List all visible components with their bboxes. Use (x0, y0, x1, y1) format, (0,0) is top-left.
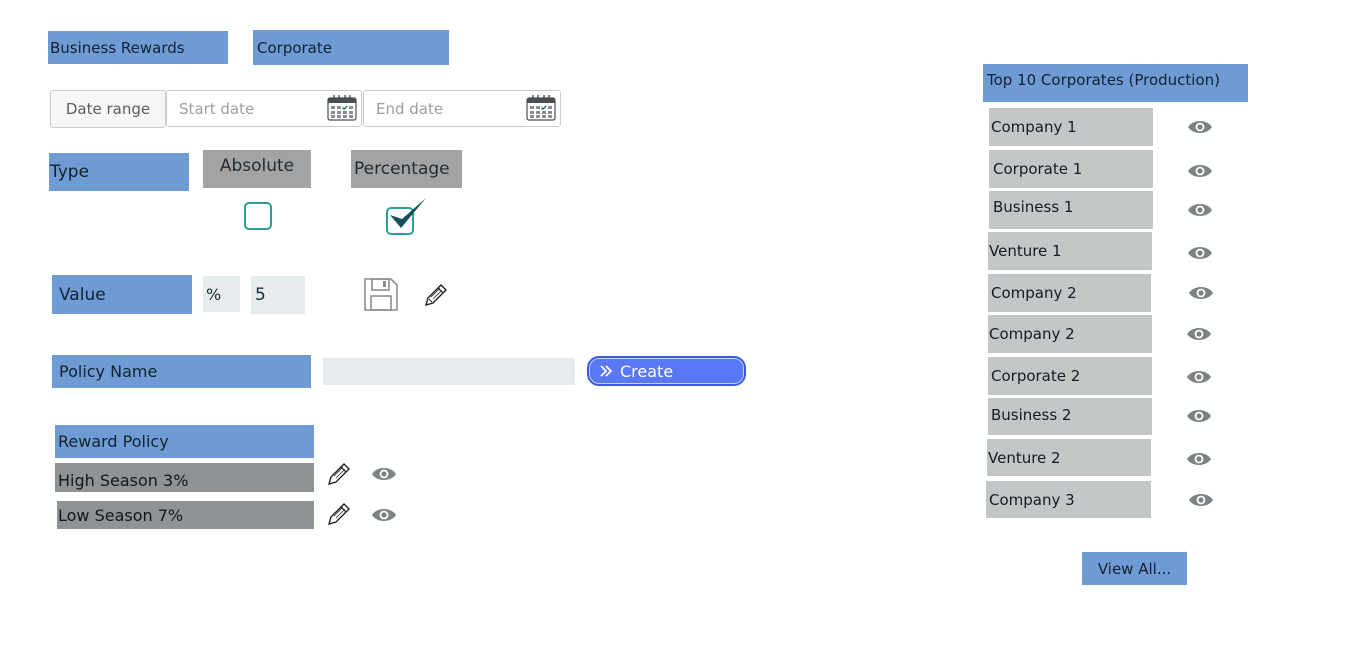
top-corporates-header-text: Top 10 Corporates (Production) (987, 71, 1221, 89)
eye-icon[interactable] (1187, 201, 1213, 219)
absolute-checkbox[interactable] (244, 202, 272, 230)
eye-icon[interactable] (1187, 118, 1213, 136)
list-item[interactable]: Corporate 2 (988, 357, 1152, 395)
eye-icon[interactable] (1186, 450, 1212, 468)
pencil-icon[interactable] (326, 461, 352, 487)
percentage-option-label: Percentage (351, 150, 462, 188)
create-button-label: Create (620, 361, 674, 381)
date-range-label: Date range (50, 90, 166, 128)
double-chevron-right-icon (600, 365, 613, 377)
corporate-name: Company 2 (991, 284, 1077, 302)
corporate-name: Corporate 2 (991, 367, 1081, 385)
corporate-name: Corporate 1 (993, 160, 1083, 178)
reward-policy-item-label: Low Season 7% (58, 505, 184, 525)
list-item[interactable]: Corporate 1 (989, 150, 1153, 188)
create-button[interactable]: Create (587, 356, 746, 386)
eye-icon[interactable] (1186, 407, 1212, 425)
corporate-name: Business 1 (993, 198, 1074, 216)
percentage-label-text: Percentage (354, 159, 450, 179)
corporate-name: Company 2 (989, 325, 1075, 343)
pencil-icon[interactable] (326, 501, 352, 527)
list-item[interactable]: Venture 2 (987, 439, 1151, 476)
corporate-name: Venture 1 (989, 242, 1062, 260)
view-all-button[interactable]: View All... (1082, 552, 1187, 585)
policy-name-label: Policy Name (52, 355, 311, 388)
policy-name-label-text: Policy Name (59, 362, 158, 381)
reward-policy-header-text: Reward Policy (58, 432, 169, 451)
corporate-name: Venture 2 (988, 448, 1061, 467)
list-item[interactable]: Business 1 (989, 191, 1153, 229)
eye-icon[interactable] (1187, 244, 1213, 262)
calendar-icon[interactable] (526, 94, 556, 121)
eye-icon[interactable] (1186, 368, 1212, 386)
view-all-label: View All... (1097, 559, 1172, 578)
tab-business-rewards-label: Business Rewards (50, 38, 185, 57)
start-date-field[interactable]: Start date (166, 90, 362, 127)
end-date-placeholder: End date (376, 99, 444, 118)
eye-icon[interactable] (1188, 491, 1214, 509)
corporate-name: Business 2 (991, 405, 1072, 424)
absolute-label-text: Absolute (219, 156, 295, 176)
absolute-option-label: Absolute (203, 150, 311, 188)
eye-icon[interactable] (1188, 284, 1214, 302)
date-range-text: Date range (65, 100, 151, 118)
tab-corporate-label: Corporate (257, 38, 332, 57)
eye-icon[interactable] (1187, 162, 1213, 180)
list-item[interactable]: Company 2 (988, 315, 1152, 353)
top-corporates-header: Top 10 Corporates (Production) (983, 64, 1248, 102)
save-icon[interactable] (363, 277, 399, 312)
reward-policy-item-label: High Season 3% (58, 471, 189, 490)
value-input[interactable]: 5 (251, 276, 305, 314)
tab-corporate[interactable]: Corporate (253, 30, 449, 65)
reward-policy-header: Reward Policy (55, 425, 314, 458)
policy-name-input[interactable] (323, 358, 575, 385)
list-item[interactable]: Company 2 (988, 274, 1151, 312)
type-label-text: Type (50, 162, 90, 182)
list-item[interactable]: Venture 1 (988, 232, 1152, 270)
corporate-name: Company 3 (989, 490, 1075, 509)
eye-icon[interactable] (1186, 325, 1212, 343)
eye-icon[interactable] (371, 465, 397, 483)
list-item[interactable]: Company 3 (986, 481, 1151, 518)
value-unit: % (203, 276, 240, 312)
value-label: Value (52, 275, 192, 314)
start-date-placeholder: Start date (179, 99, 255, 118)
end-date-field[interactable]: End date (363, 90, 561, 127)
corporate-name: Company 1 (991, 118, 1077, 136)
type-label: Type (49, 153, 189, 191)
value-unit-text: % (206, 284, 222, 304)
list-item: High Season 3% (55, 463, 314, 492)
list-item[interactable]: Company 1 (989, 108, 1153, 146)
calendar-icon[interactable] (327, 94, 357, 121)
pencil-icon[interactable] (423, 282, 449, 308)
value-input-text: 5 (255, 285, 266, 305)
checkmark-icon (390, 198, 426, 228)
eye-icon[interactable] (371, 506, 397, 524)
list-item: Low Season 7% (57, 501, 314, 529)
tab-business-rewards[interactable]: Business Rewards (48, 31, 228, 64)
list-item[interactable]: Business 2 (988, 398, 1152, 435)
value-label-text: Value (59, 284, 106, 305)
